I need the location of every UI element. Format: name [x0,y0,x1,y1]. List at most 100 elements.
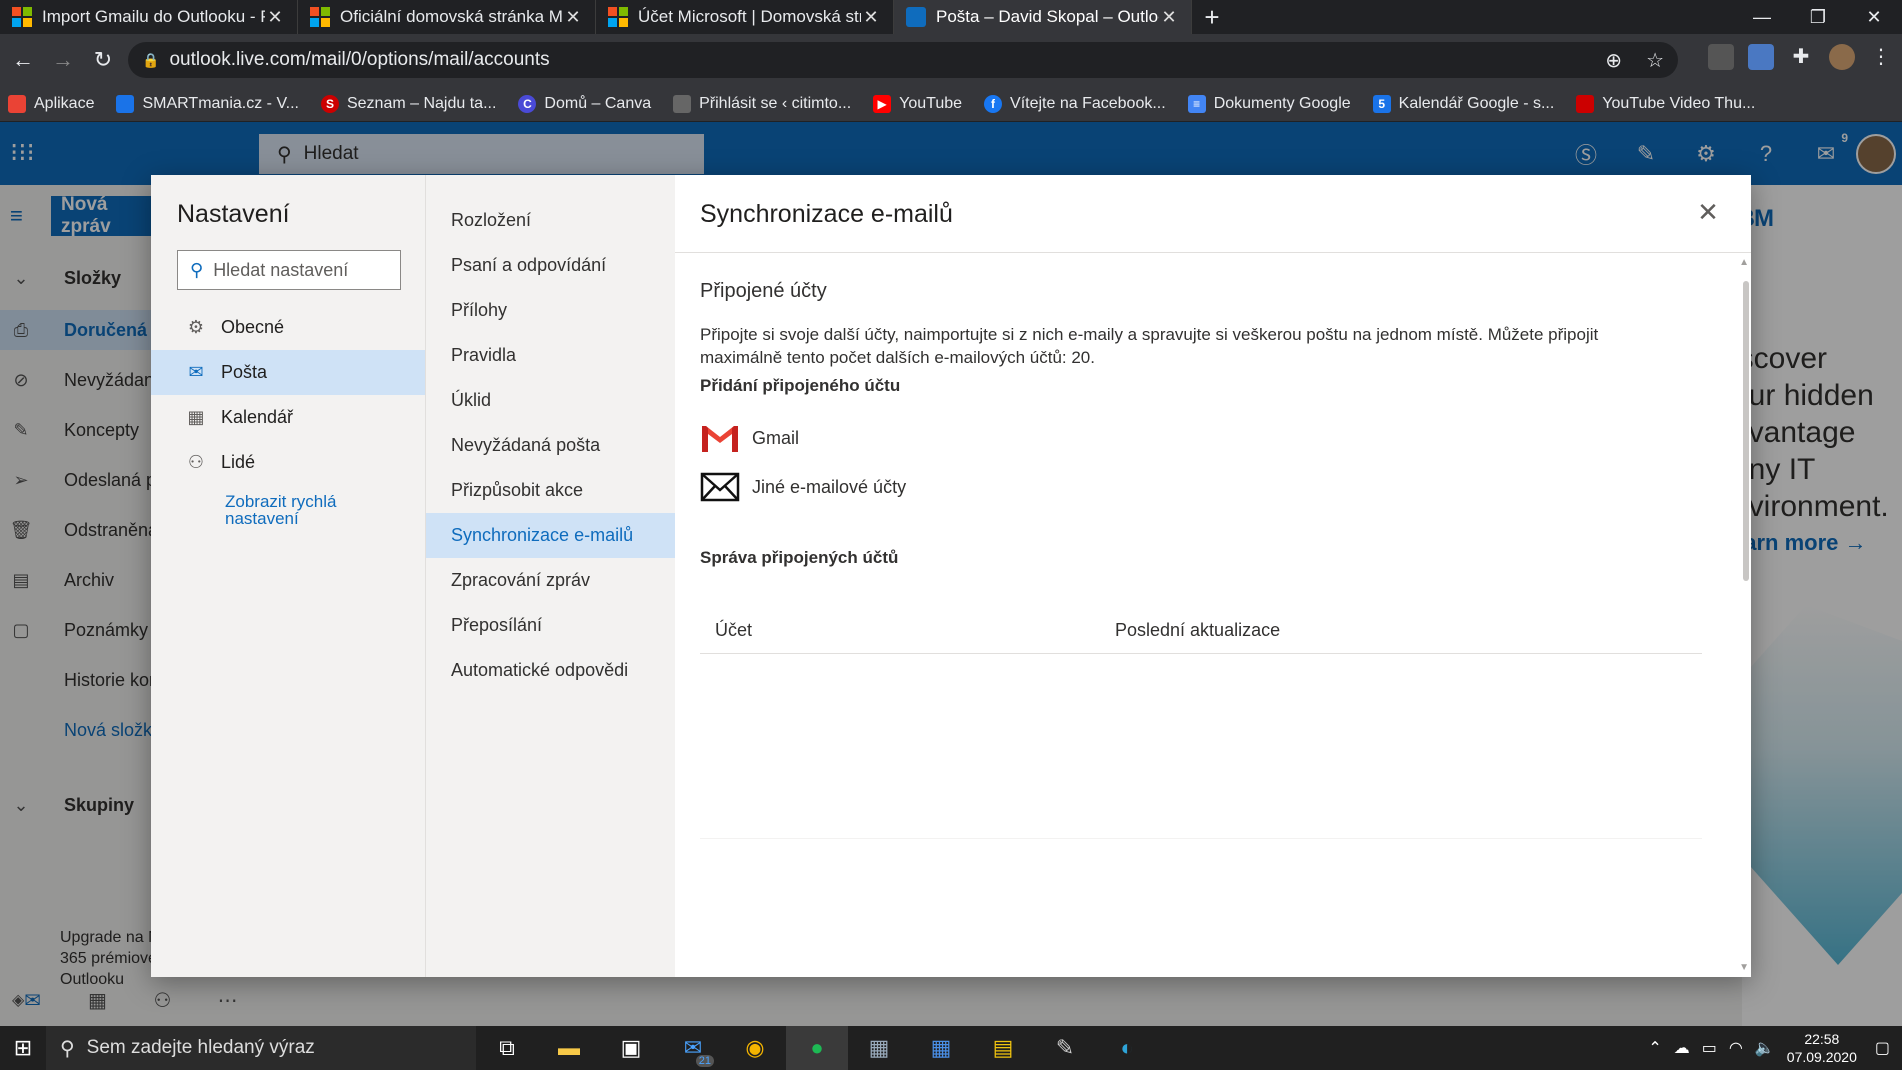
forward-icon[interactable]: → [46,43,80,77]
gmail-option[interactable]: Gmail [700,421,799,455]
new-tab-button[interactable]: + [1192,0,1232,34]
bookmark-item[interactable]: f Vítejte na Facebook... [984,94,1166,113]
category-calendar[interactable]: ▦ Kalendář [151,395,425,440]
star-icon[interactable]: ☆ [1646,48,1664,73]
nav-message-handling[interactable]: Zpracování zpráv [426,558,675,603]
paint-icon[interactable]: ✎ [1034,1026,1096,1070]
settings-title: Nastavení [177,200,290,228]
search-icon: ⚲ [190,259,204,280]
profile-avatar[interactable] [1829,44,1855,70]
column-header-account: Účet [715,620,753,640]
tab-close-icon[interactable]: ✕ [265,7,285,28]
file-explorer-icon[interactable]: ▬ [538,1026,600,1070]
save-extension-icon[interactable] [1748,44,1774,70]
lock-icon: 🔒 [142,51,160,68]
scroll-up-icon[interactable]: ▲ [1739,257,1749,268]
category-general[interactable]: ⚙ Obecné [151,305,425,350]
window-controls: — ❐ ✕ [1734,0,1902,34]
nav-layout[interactable]: Rozložení [426,198,675,243]
taskbar-search-input[interactable]: ⚲ Sem zadejte hledaný výraz [46,1026,476,1070]
scrollbar[interactable] [1743,281,1749,581]
clock-time: 22:58 [1804,1031,1840,1047]
volume-icon[interactable]: 🔈 [1755,1038,1775,1058]
calendar-app-icon[interactable]: ▦ [910,1026,972,1070]
bookmarks-bar: Aplikace SMARTmania.cz - V... S Seznam – … [0,86,1902,122]
gear-icon: ⚙ [187,317,205,337]
nav-rules[interactable]: Pravidla [426,333,675,378]
bookmark-label: YouTube Video Thu... [1602,94,1756,112]
close-icon[interactable]: ✕ [1693,197,1723,227]
browser-tab[interactable]: Účet Microsoft | Domovská strán ✕ [596,0,894,34]
tab-close-icon[interactable]: ✕ [1159,7,1179,28]
browser-tab-active[interactable]: Pošta – David Skopal – Outlook ✕ [894,0,1192,34]
menu-icon[interactable]: ⋮ [1868,44,1894,70]
maximize-icon[interactable]: ❐ [1790,0,1846,34]
category-mail[interactable]: ✉ Pošta [151,350,425,395]
facebook-extension-icon[interactable] [1708,44,1734,70]
nav-junk[interactable]: Nevyžádaná pošta [426,423,675,468]
clock[interactable]: 22:58 07.09.2020 [1787,1030,1857,1066]
bookmark-item[interactable]: 5 Kalendář Google - s... [1372,94,1554,113]
battery-icon[interactable]: ▭ [1702,1038,1717,1058]
minimize-icon[interactable]: — [1734,0,1790,34]
accounts-table-header: Účet Poslední aktualizace [700,608,1702,654]
add-account-title: Přidání připojeného účtu [700,376,901,395]
google-docs-icon: ≡ [1187,94,1206,113]
bookmark-item[interactable]: ▶ YouTube [873,94,962,113]
add-icon[interactable]: ⊕ [1605,48,1622,73]
back-icon[interactable]: ← [6,43,40,77]
facebook-icon: f [984,94,1003,113]
notifications-icon[interactable]: ▢ [1875,1038,1890,1058]
task-view-icon[interactable]: ⧉ [476,1026,538,1070]
bookmark-item[interactable]: YouTube Video Thu... [1576,94,1756,113]
category-people[interactable]: ⚇ Lidé [151,440,425,485]
news-icon[interactable]: ▤ [972,1026,1034,1070]
bookmark-item[interactable]: SMARTmania.cz - V... [116,94,299,113]
browser-toolbar: ← → ↻ 🔒 outlook.live.com/mail/0/options/… [0,34,1902,86]
store-icon[interactable]: ▣ [600,1026,662,1070]
nav-label: Zpracování zpráv [451,570,591,590]
mail-app-icon[interactable]: ✉ 21 [662,1026,724,1070]
bookmark-label: Seznam – Najdu ta... [346,94,497,112]
column-header-last-update: Poslední aktualizace [1115,620,1281,640]
nav-sync-email[interactable]: Synchronizace e-mailů [426,513,675,558]
nav-sweep[interactable]: Úklid [426,378,675,423]
bookmark-item[interactable]: Aplikace [8,94,94,113]
tab-close-icon[interactable]: ✕ [563,7,583,28]
reload-icon[interactable]: ↻ [86,43,120,77]
other-email-option[interactable]: Jiné e-mailové účty [700,470,906,504]
calculator-icon[interactable]: ▦ [848,1026,910,1070]
settings-search-input[interactable]: ⚲ Hledat nastavení [177,250,401,290]
puzzle-icon[interactable]: ✚ [1788,44,1814,70]
edge-icon[interactable]: ◐ [1096,1026,1158,1070]
canva-icon: C [518,94,537,113]
wifi-icon[interactable]: ◠ [1729,1038,1743,1058]
bookmark-item[interactable]: Přihlásit se ‹ citimto... [673,94,851,113]
nav-actions[interactable]: Přizpůsobit akce [426,468,675,513]
bookmark-item[interactable]: S Seznam – Najdu ta... [320,94,497,113]
bookmark-item[interactable]: ≡ Dokumenty Google [1187,94,1351,113]
scroll-down-icon[interactable]: ▼ [1739,962,1749,973]
chevron-up-icon[interactable]: ⌃ [1648,1038,1661,1058]
nav-forwarding[interactable]: Přeposílání [426,603,675,648]
nav-attachments[interactable]: Přílohy [426,288,675,333]
tab-close-icon[interactable]: ✕ [861,7,881,28]
nav-compose[interactable]: Psaní a odpovídání [426,243,675,288]
chrome-icon[interactable]: ◉ [724,1026,786,1070]
envelope-icon [700,472,740,502]
quick-settings-link[interactable]: Zobrazit rychlá nastavení [225,493,395,527]
browser-tab[interactable]: Oficiální domovská stránka Micro ✕ [298,0,596,34]
apps-icon [8,94,26,113]
nav-label: Automatické odpovědi [451,660,629,680]
address-bar[interactable]: 🔒 outlook.live.com/mail/0/options/mail/a… [128,42,1678,78]
nav-auto-replies[interactable]: Automatické odpovědi [426,648,675,693]
windows-start-icon[interactable]: ⊞ [0,1026,46,1070]
bookmark-item[interactable]: C Domů – Canva [518,94,651,113]
clock-date: 07.09.2020 [1786,1049,1857,1065]
spotify-icon[interactable]: ● [786,1026,848,1070]
onedrive-icon[interactable]: ☁ [1674,1038,1690,1058]
category-label: Kalendář [221,407,294,427]
window-close-icon[interactable]: ✕ [1846,0,1902,34]
browser-tab[interactable]: Import Gmailu do Outlooku - Po ✕ [0,0,298,34]
tab-title: Oficiální domovská stránka Micro [340,7,563,26]
